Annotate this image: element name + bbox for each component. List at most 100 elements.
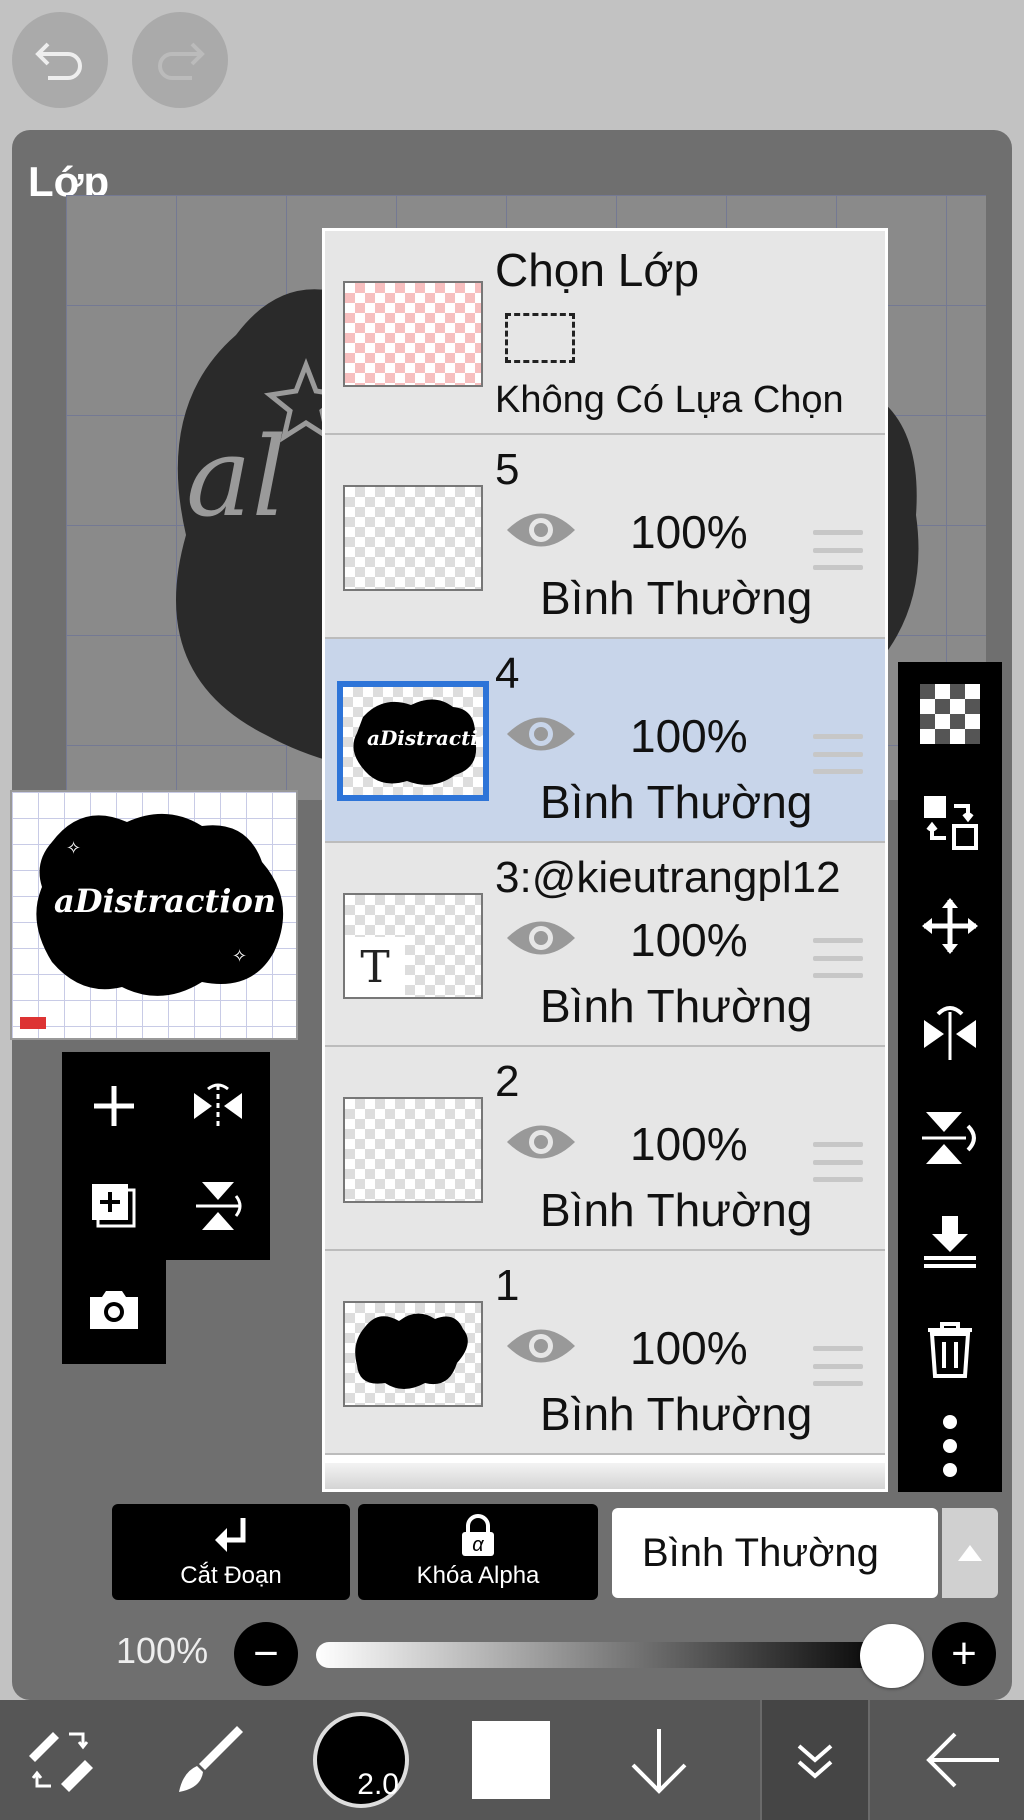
drag-handle-icon[interactable] [813,938,863,978]
chevron-double-down-icon [797,1744,833,1779]
move-button[interactable] [910,886,990,966]
top-bar [0,0,1024,130]
cloud-artwork-thumbnail: aDistraction [353,699,483,785]
selection-layer-row[interactable]: Chọn Lớp Không Có Lựa Chọn [325,231,885,435]
layer-blend-mode: Bình Thường [540,980,813,1032]
layer-row[interactable]: 5 100% Bình Thường [325,435,885,639]
layer-blend-mode: Bình Thường [540,1184,813,1236]
layer-blend-mode: Bình Thường [540,572,813,624]
layer-name: 4 [495,649,520,698]
redo-icon [158,42,205,80]
text-layer-glyph: T [345,937,405,997]
brush-size-indicator: 2.0 [313,1712,409,1808]
layer-list: Chọn Lớp Không Có Lựa Chọn 5 100% Bình T… [322,228,888,1492]
brush-size-button[interactable]: 2.0 [306,1700,416,1820]
visibility-eye-icon[interactable] [505,711,577,757]
selection-layer-title: Chọn Lớp [495,244,700,296]
brush-icon [179,1726,243,1792]
layer-down-button[interactable] [604,1700,714,1820]
layer-thumbnail-text: aDistraction [367,726,483,750]
flip-horizontal-icon [194,1083,242,1127]
visibility-eye-icon[interactable] [505,507,577,553]
right-tool-column [898,662,1002,1492]
left-tool-group [50,1052,270,1364]
opacity-slider-thumb[interactable] [860,1624,924,1688]
redo-button[interactable] [132,12,228,108]
selection-layer-thumbnail [343,281,483,387]
flip-vertical-layer-button[interactable] [910,1098,990,1178]
drag-handle-icon[interactable] [813,530,863,570]
layer-opacity: 100% [630,914,748,966]
trash-icon [928,1322,972,1378]
layers-button[interactable] [760,1700,870,1820]
move-icon [922,898,978,954]
flip-vertical-icon [922,1112,976,1164]
layer-name: 1 [495,1261,520,1310]
visibility-eye-icon[interactable] [505,1323,577,1369]
clipping-label: Cắt Đoạn [180,1562,282,1589]
delete-layer-button[interactable] [910,1308,990,1388]
thumbnail-text: aDistraction [54,882,276,920]
visibility-eye-icon[interactable] [505,1119,577,1165]
back-button[interactable] [908,1700,1018,1820]
layer-row-selected[interactable]: aDistraction 4 100% Bình Thường [325,639,885,843]
svg-text:✧: ✧ [232,946,247,966]
drag-handle-icon[interactable] [813,1142,863,1182]
layer-blend-mode: Bình Thường [540,1388,813,1440]
opacity-increase-button[interactable]: + [932,1622,996,1686]
alpha-lock-button[interactable]: α Khóa Alpha [358,1504,598,1600]
layer-row[interactable]: 1 100% Bình Thường [325,1251,885,1455]
duplicate-layer-button[interactable] [74,1166,154,1246]
layer-name: 5 [495,445,520,494]
brush-size-value: 2.0 [357,1768,399,1801]
visibility-eye-icon[interactable] [505,915,577,961]
clipping-arrow-icon [215,1518,246,1552]
more-vertical-icon [943,1415,957,1477]
opacity-slider-track[interactable] [316,1642,896,1668]
flip-vertical-button[interactable] [178,1166,258,1246]
opacity-decrease-button[interactable]: − [234,1622,298,1686]
layer-row[interactable]: T 3:@kieutrangpl12 100% Bình Thường [325,843,885,1047]
layer-opacity: 100% [630,1322,748,1374]
bottom-toolbar: 2.0 [0,1700,1024,1820]
black-blob-thumbnail [355,1313,468,1389]
duplicate-icon [92,1184,136,1228]
opacity-slider-row: 100% − + [0,1610,1024,1694]
selection-marquee-icon [505,313,575,363]
drag-handle-icon[interactable] [813,1346,863,1386]
undo-button[interactable] [12,12,108,108]
layer-thumbnail [343,1301,483,1407]
alpha-lock-label: Khóa Alpha [416,1562,540,1589]
drag-handle-icon[interactable] [813,734,863,774]
swap-icon [924,796,978,850]
layer-row[interactable]: 2 100% Bình Thường [325,1047,885,1251]
merge-down-button[interactable] [910,1202,990,1282]
opacity-value: 100% [116,1630,209,1671]
alpha-symbol: α [472,1534,484,1556]
layer-list-footer [325,1463,885,1489]
reference-thumbnail[interactable]: aDistraction ✧ ✧ [10,790,298,1040]
layer-opacity: 100% [630,710,748,762]
layer-opacity: 100% [630,506,748,558]
blend-mode-select[interactable]: Bình Thường [612,1508,938,1598]
layer-thumbnail [343,1097,483,1203]
add-layer-button[interactable] [74,1066,154,1146]
import-photo-button[interactable] [74,1270,154,1350]
tool-switch-button[interactable] [6,1700,116,1820]
swap-layer-button[interactable] [910,782,990,862]
lock-icon: α [462,1514,494,1556]
layer-blend-mode: Bình Thường [540,776,813,828]
triangle-up-icon [958,1545,982,1561]
clipping-button[interactable]: Cắt Đoạn [112,1504,350,1600]
flip-horizontal-layer-button[interactable] [910,992,990,1072]
flip-horizontal-button[interactable] [178,1066,258,1146]
camera-icon [90,1291,138,1329]
merge-down-icon [924,1216,976,1268]
brush-tool-button[interactable] [154,1700,264,1820]
more-options-button[interactable] [910,1406,990,1486]
layer-thumbnail: aDistraction [337,681,489,801]
color-button[interactable] [456,1700,566,1820]
selection-status: Không Có Lựa Chọn [495,379,844,421]
blend-mode-dropdown-button[interactable] [942,1508,998,1598]
transparent-fill-button[interactable] [910,674,990,754]
